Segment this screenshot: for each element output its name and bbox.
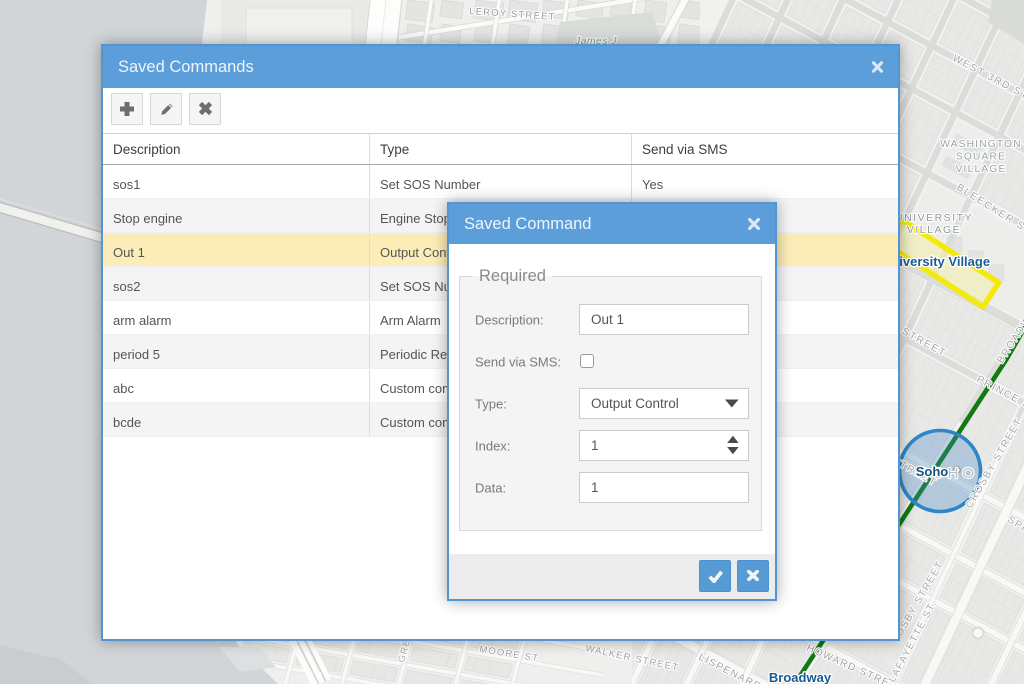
svg-text:Soho: Soho	[916, 464, 949, 479]
svg-text:Broadway: Broadway	[769, 670, 832, 684]
svg-text:VILLAGE: VILLAGE	[907, 224, 961, 236]
svg-text:UNIVERSITY: UNIVERSITY	[895, 212, 973, 224]
svg-text:VILLAGE: VILLAGE	[956, 164, 1007, 175]
svg-text:WASHINGTON: WASHINGTON	[940, 139, 1022, 150]
svg-text:SQUARE: SQUARE	[956, 152, 1006, 163]
